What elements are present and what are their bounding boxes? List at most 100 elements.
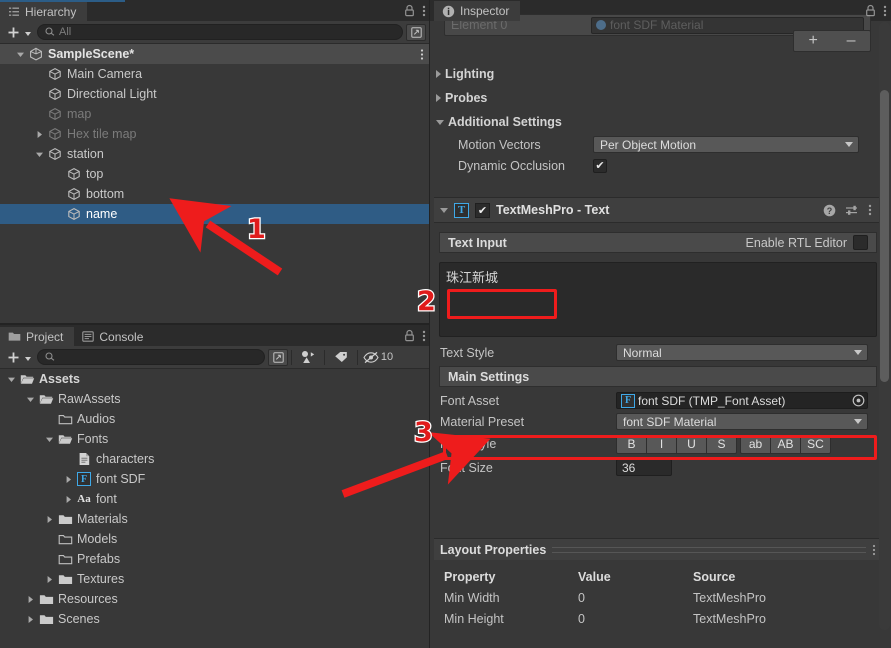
chevron-down-icon[interactable] xyxy=(43,435,56,444)
preset-icon[interactable] xyxy=(845,204,859,217)
font-size-input[interactable]: 36 xyxy=(616,459,672,476)
tab-inspector[interactable]: Inspector xyxy=(434,1,521,21)
array-add-button[interactable]: + xyxy=(808,33,817,49)
foldout-probes[interactable]: Probes xyxy=(430,86,891,110)
kebab-menu-icon[interactable] xyxy=(422,4,426,18)
filter-by-type-icon[interactable] xyxy=(295,348,321,367)
tab-hierarchy[interactable]: Hierarchy xyxy=(0,2,88,21)
project-row-font[interactable]: Aa font xyxy=(0,489,430,509)
hierarchy-row-map[interactable]: map xyxy=(0,104,430,124)
chevron-right-icon[interactable] xyxy=(62,475,75,484)
hierarchy-row-top[interactable]: top xyxy=(0,164,430,184)
kebab-menu-icon[interactable] xyxy=(868,203,872,217)
project-add-button[interactable] xyxy=(4,351,34,364)
inspector-panel: Element 0 font SDF Material + – Inspecto… xyxy=(430,0,891,648)
hidden-assets-toggle[interactable]: 10 xyxy=(361,348,395,367)
project-row-scenes[interactable]: Scenes xyxy=(0,609,430,629)
lock-icon[interactable] xyxy=(404,4,415,17)
foldout-lighting[interactable]: Lighting xyxy=(430,62,891,86)
lock-icon[interactable] xyxy=(404,329,415,342)
hierarchy-panel: Hierarchy All SampleScene* Main Camera D… xyxy=(0,0,430,325)
filter-by-label-icon[interactable] xyxy=(328,348,354,367)
dynamic-occlusion-label: Dynamic Occlusion xyxy=(458,158,565,173)
unity-scene-icon xyxy=(27,47,45,61)
object-picker-icon[interactable] xyxy=(852,394,865,407)
chevron-down-icon[interactable] xyxy=(440,207,448,213)
chevron-down-icon[interactable] xyxy=(14,50,27,59)
property-name: Min Height xyxy=(444,611,504,626)
tab-console[interactable]: Console xyxy=(74,327,154,346)
hierarchy-row-bottom[interactable]: bottom xyxy=(0,184,430,204)
chevron-right-icon[interactable] xyxy=(24,595,37,604)
project-search-expand-button[interactable] xyxy=(268,348,288,366)
hierarchy-search-input[interactable]: All xyxy=(37,24,403,40)
kebab-menu-icon[interactable] xyxy=(420,44,424,64)
property-value: 0 xyxy=(578,590,585,605)
enable-rtl-editor-checkbox[interactable] xyxy=(853,235,868,250)
material-preset-value: font SDF Material xyxy=(623,414,717,429)
project-row-label: font xyxy=(96,492,117,506)
hierarchy-row-samplescene[interactable]: SampleScene* xyxy=(0,44,430,64)
toolbar-separator xyxy=(357,349,358,365)
lock-icon[interactable] xyxy=(865,4,876,17)
chevron-right-icon[interactable] xyxy=(62,495,75,504)
tab-project[interactable]: Project xyxy=(0,327,75,346)
project-row-resources[interactable]: Resources xyxy=(0,589,430,609)
text-input-header-label: Text Input xyxy=(448,235,507,250)
text-style-dropdown[interactable]: Normal xyxy=(616,344,868,361)
chevron-down-icon[interactable] xyxy=(5,375,18,384)
hierarchy-search-expand-button[interactable] xyxy=(406,23,426,41)
kebab-menu-icon[interactable] xyxy=(883,4,887,18)
property-source: TextMeshPro xyxy=(693,590,766,605)
project-row-assets[interactable]: Assets xyxy=(0,369,430,389)
hierarchy-add-button[interactable] xyxy=(4,26,34,39)
hierarchy-row-directional-light[interactable]: Directional Light xyxy=(0,84,430,104)
hierarchy-row-station[interactable]: station xyxy=(0,144,430,164)
chevron-right-icon[interactable] xyxy=(43,515,56,524)
folder-icon xyxy=(56,573,74,586)
layout-properties-header[interactable]: Layout Properties xyxy=(434,538,882,560)
chevron-right-icon[interactable] xyxy=(24,615,37,624)
layout-properties-row: Min Width 0 TextMeshPro xyxy=(434,587,882,608)
hierarchy-row-name[interactable]: name xyxy=(0,204,430,224)
font-asset-object-field[interactable]: F font SDF (TMP_Font Asset) xyxy=(616,392,868,409)
project-row-textures[interactable]: Textures xyxy=(0,569,430,589)
array-remove-button[interactable]: – xyxy=(847,33,856,49)
material-preset-dropdown[interactable]: font SDF Material xyxy=(616,413,868,430)
material-icon xyxy=(596,20,606,30)
project-row-font-sdf[interactable]: Ffont SDF xyxy=(0,469,430,489)
kebab-menu-icon[interactable] xyxy=(422,329,426,343)
chevron-down-icon[interactable] xyxy=(24,395,37,404)
project-row-materials[interactable]: Materials xyxy=(0,509,430,529)
help-icon[interactable]: ? xyxy=(823,204,836,217)
project-search-input[interactable] xyxy=(37,349,265,365)
chevron-down-icon[interactable] xyxy=(33,150,46,159)
component-enabled-checkbox[interactable]: ✔ xyxy=(475,202,490,218)
project-row-fonts[interactable]: Fonts xyxy=(0,429,430,449)
project-tree[interactable]: Assets RawAssets Audios Fonts characters Ffon… xyxy=(0,369,430,648)
hierarchy-row-main-camera[interactable]: Main Camera xyxy=(0,64,430,84)
project-row-models[interactable]: Models xyxy=(0,529,430,549)
chevron-right-icon[interactable] xyxy=(43,575,56,584)
hierarchy-row-hex-tile-map[interactable]: Hex tile map xyxy=(0,124,430,144)
gameobject-cube-icon xyxy=(65,187,83,201)
project-row-rawassets[interactable]: RawAssets xyxy=(0,389,430,409)
dynamic-occlusion-checkbox[interactable]: ✔ xyxy=(593,158,607,173)
inspector-scrollbar[interactable] xyxy=(879,22,890,630)
motion-vectors-dropdown[interactable]: Per Object Motion xyxy=(593,136,859,153)
kebab-menu-icon[interactable] xyxy=(872,544,876,556)
chevron-right-icon[interactable] xyxy=(33,130,46,139)
project-row-characters[interactable]: characters xyxy=(0,449,430,469)
textmeshpro-component-header[interactable]: T ✔ TextMeshPro - Text ? xyxy=(434,197,882,223)
hierarchy-tree[interactable]: SampleScene* Main Camera Directional Light… xyxy=(0,44,430,325)
hierarchy-row-label: map xyxy=(67,107,92,121)
folder-open-icon xyxy=(37,393,55,406)
project-row-audios[interactable]: Audios xyxy=(0,409,430,429)
chevron-right-icon xyxy=(436,70,441,78)
folder-icon xyxy=(8,331,21,342)
layout-properties-row: Min Height 0 TextMeshPro xyxy=(434,608,882,629)
project-row-prefabs[interactable]: Prefabs xyxy=(0,549,430,569)
toolbar-separator xyxy=(291,349,292,365)
foldout-additional-settings[interactable]: Additional Settings xyxy=(430,110,891,134)
inspector-scrollbar-thumb[interactable] xyxy=(880,90,889,382)
